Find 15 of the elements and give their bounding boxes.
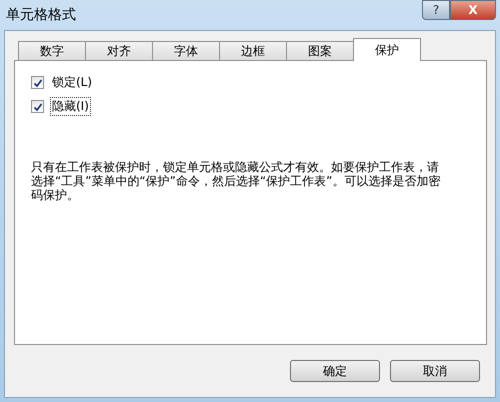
cancel-button[interactable]: 取消 (390, 360, 480, 382)
checkbox-label[interactable]: 隐藏(I) (50, 97, 91, 116)
tab[interactable]: 边框 (219, 41, 287, 61)
tab[interactable]: 图案 (286, 41, 354, 61)
tab[interactable]: 字体 (152, 41, 220, 61)
checkbox-label[interactable]: 锁定(L) (50, 73, 94, 92)
ok-button[interactable]: 确定 (290, 360, 380, 382)
window-title: 单元格格式 (5, 6, 76, 24)
help-button[interactable]: ? (422, 0, 450, 20)
tab[interactable]: 数字 (18, 41, 86, 61)
tab[interactable]: 保护 (353, 38, 421, 61)
checkbox[interactable] (31, 76, 44, 89)
description-text: 只有在工作表被保护时，锁定单元格或隐藏公式才有效。如要保护工作表，请选择“工具”菜单中的“保护”命令，然后选择“保护工作表”。可以选择是否加密码保护。 (31, 160, 441, 202)
tab[interactable]: 对齐 (85, 41, 153, 61)
checkbox[interactable] (31, 100, 44, 113)
